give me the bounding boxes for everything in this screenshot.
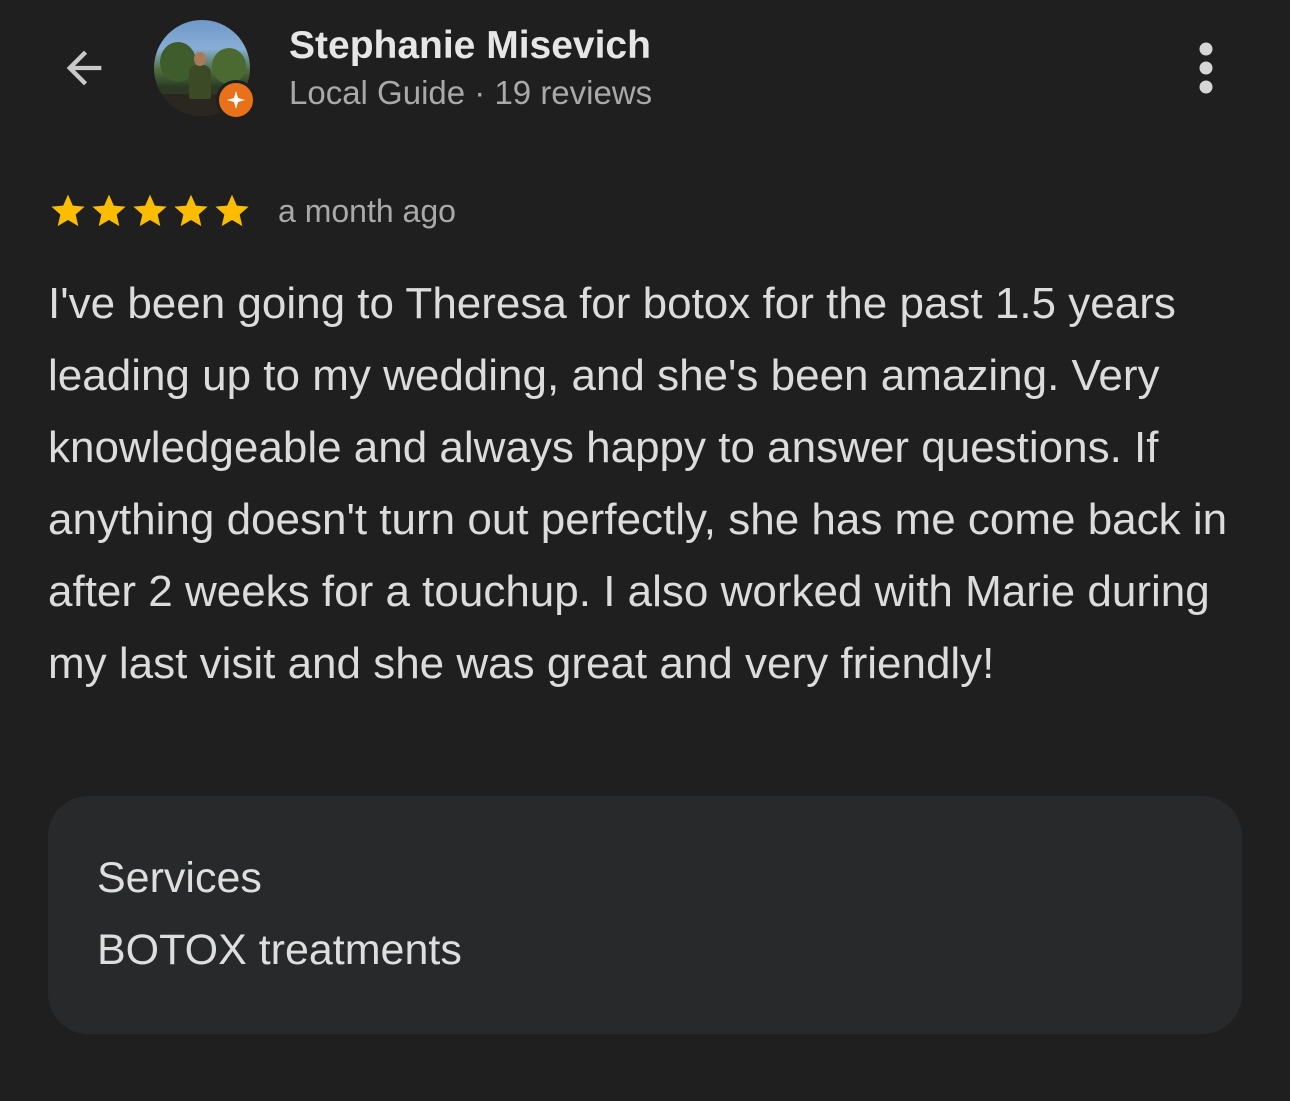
reviewer-subline: Local Guide · 19 reviews [289, 74, 653, 111]
star-icon [174, 194, 208, 227]
star-icon [215, 194, 249, 227]
arrow-back-icon [66, 50, 102, 86]
rating-row: a month ago [48, 188, 456, 234]
star-rating [48, 191, 252, 231]
reviewer-name[interactable]: Stephanie Misevich [289, 24, 651, 68]
review-time: a month ago [278, 192, 456, 229]
review-text: I've been going to Theresa for botox for… [48, 279, 1228, 688]
review-header: Stephanie Misevich Local Guide · 19 revi… [0, 0, 1290, 140]
star-icon [51, 194, 85, 227]
services-value: BOTOX treatments [97, 926, 462, 974]
more-options-button[interactable] [1176, 36, 1236, 100]
local-guide-badge-icon [216, 80, 256, 120]
avatar[interactable] [154, 20, 256, 120]
star-icon [92, 194, 126, 227]
services-card: Services BOTOX treatments [48, 796, 1242, 1034]
services-title: Services [97, 854, 262, 902]
back-button[interactable] [52, 36, 116, 100]
more-vert-icon [1199, 42, 1213, 94]
star-icon [133, 194, 167, 227]
